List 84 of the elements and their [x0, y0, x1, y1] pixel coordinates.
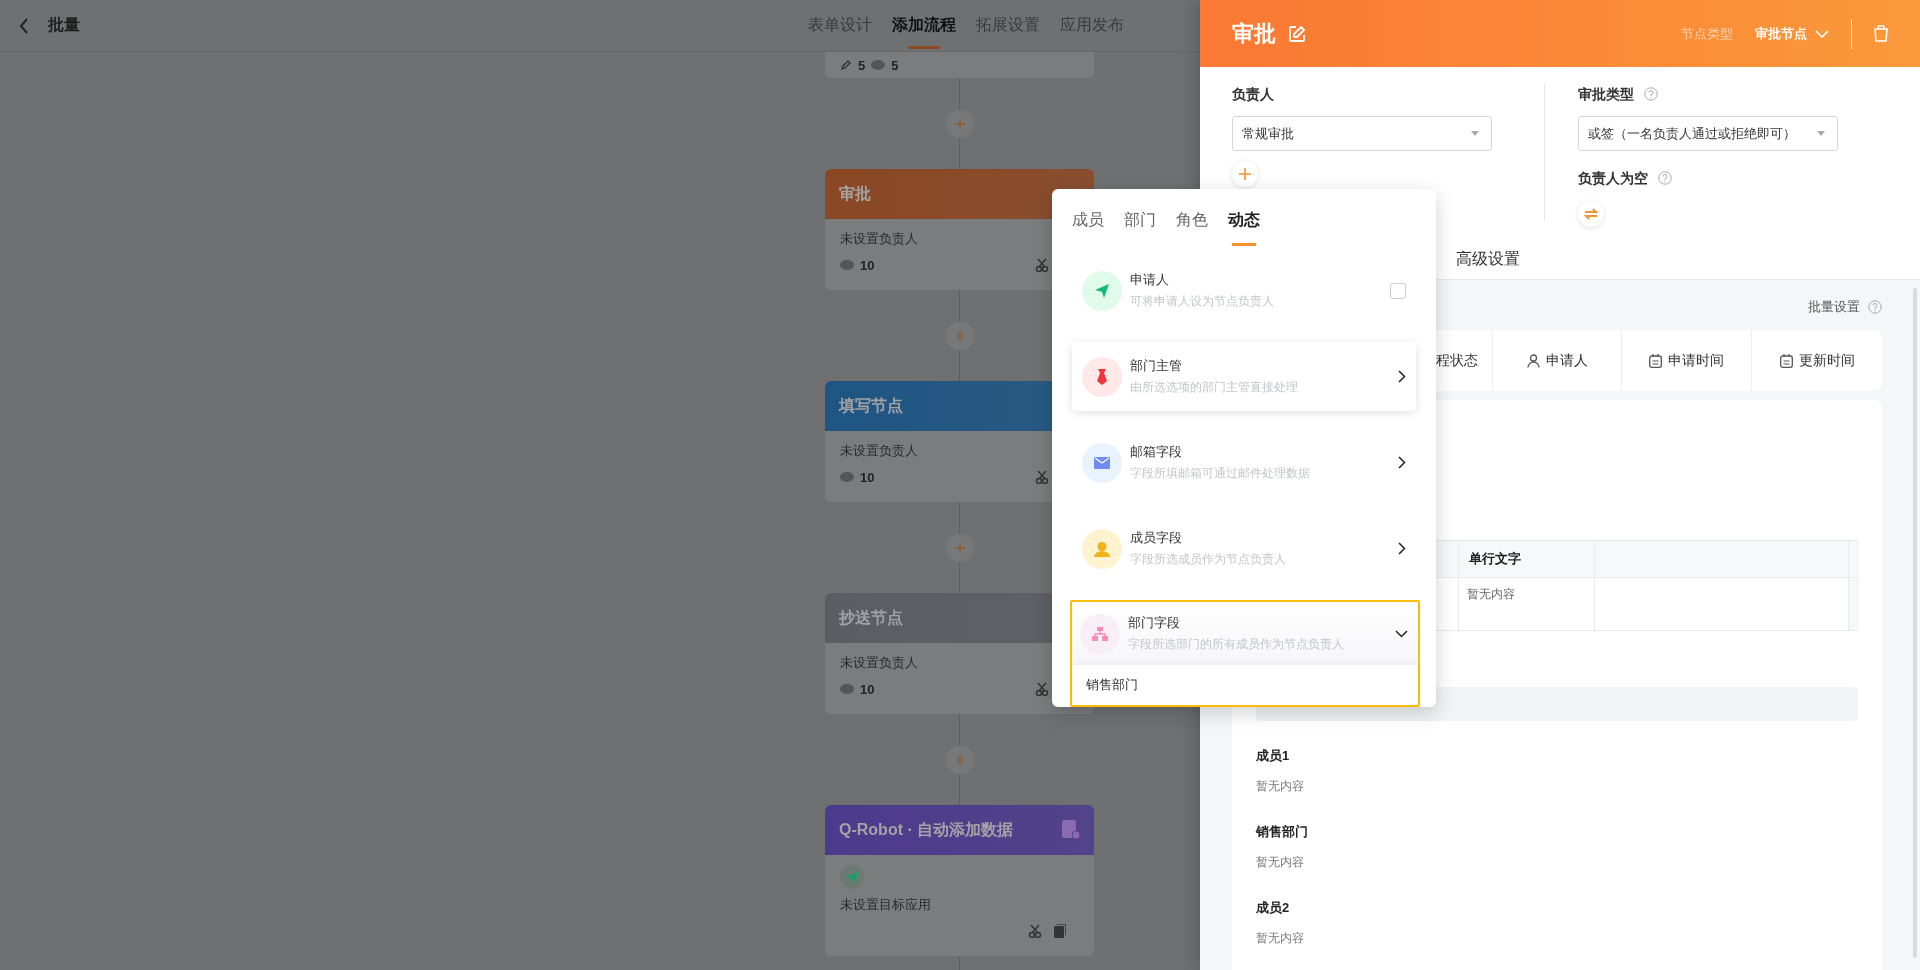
scissors-icon[interactable] — [1035, 682, 1049, 696]
view-count: 10 — [860, 469, 875, 485]
caret-down-icon — [1471, 131, 1479, 136]
chevron-right-icon — [1398, 370, 1406, 383]
plus-icon — [954, 542, 965, 553]
field-value: 暂无内容 — [1256, 778, 1305, 795]
field-value: 暂无内容 — [1256, 854, 1305, 871]
option-title: 申请人 — [1130, 271, 1170, 288]
calendar-icon — [1779, 353, 1793, 368]
assignee-select[interactable]: 常规审批 — [1232, 116, 1492, 151]
option-title: 成员字段 — [1130, 529, 1183, 546]
node-type-label: 节点类型 — [1681, 24, 1733, 43]
swap-button[interactable] — [1578, 201, 1604, 227]
chevron-down-icon — [1395, 629, 1408, 638]
plus-icon — [954, 118, 965, 129]
field-value: 暂无内容 — [1256, 930, 1305, 947]
add-node-button[interactable] — [945, 321, 974, 350]
copy-icon[interactable] — [1054, 924, 1066, 938]
field-label: 负责人为空 — [1578, 169, 1648, 188]
batch-setting-link[interactable]: 批量设置 — [1808, 298, 1860, 316]
chevron-right-icon — [1398, 456, 1406, 469]
add-node-button[interactable] — [945, 533, 974, 562]
chevron-down-icon — [1815, 29, 1829, 38]
document-icon — [1062, 820, 1080, 840]
swap-icon — [1584, 208, 1598, 220]
person-icon — [1526, 353, 1540, 368]
approval-type-select[interactable]: 或签（一名负责人通过或拒绝即可） — [1578, 116, 1838, 151]
trash-icon[interactable] — [1874, 25, 1888, 42]
help-icon[interactable] — [1658, 171, 1672, 185]
chevron-right-icon — [1398, 542, 1406, 555]
field-label: 成员1 — [1256, 747, 1291, 765]
plus-icon — [1239, 168, 1251, 180]
table-header-cell: 单行文字 — [1459, 541, 1595, 578]
view-count: 10 — [860, 257, 875, 273]
help-icon[interactable] — [1868, 300, 1882, 314]
settings-tab[interactable]: 高级设置 — [1456, 240, 1520, 279]
back-icon[interactable] — [19, 17, 29, 34]
node-subtitle: 未设置负责人 — [840, 442, 919, 460]
picker-tab[interactable]: 部门 — [1124, 209, 1156, 246]
edit-count: 5 — [858, 57, 866, 73]
node-card[interactable]: Q-Robot · 自动添加数据 未设置目标应用 — [825, 805, 1094, 956]
scissors-icon[interactable] — [1035, 258, 1049, 272]
column-label[interactable]: 申请人 — [1545, 351, 1588, 370]
field-label: 成员2 — [1256, 899, 1291, 917]
node-title: Q-Robot · 自动添加数据 — [839, 819, 1014, 840]
paper-plane-icon — [840, 865, 864, 889]
field-label: 审批类型 — [1578, 85, 1634, 104]
option-title: 部门字段 — [1128, 614, 1181, 631]
node-title: 审批 — [839, 183, 871, 204]
node-card[interactable]: 5 5 — [825, 52, 1094, 78]
column-label[interactable]: 程状态 — [1436, 351, 1478, 370]
scissors-icon[interactable] — [1028, 924, 1042, 938]
department-option[interactable]: 销售部门 — [1072, 665, 1418, 705]
picker-tab[interactable]: 角色 — [1176, 209, 1208, 246]
option-title: 部门主管 — [1130, 357, 1183, 374]
caret-down-icon — [1817, 131, 1825, 136]
calendar-icon — [1649, 353, 1662, 368]
nav-tab[interactable]: 添加流程 — [892, 0, 956, 51]
node-subtitle: 未设置负责人 — [840, 654, 919, 672]
add-node-button[interactable] — [945, 745, 974, 774]
field-label: 负责人 — [1232, 86, 1274, 102]
node-title: 填写节点 — [839, 395, 903, 416]
add-button[interactable] — [1232, 161, 1258, 187]
picker-tab[interactable]: 动态 — [1228, 209, 1260, 246]
scissors-icon[interactable] — [1035, 470, 1049, 484]
checkbox[interactable] — [1390, 282, 1406, 299]
column-label[interactable]: 更新时间 — [1798, 351, 1855, 370]
node-subtitle: 未设置负责人 — [840, 230, 919, 248]
view-count: 10 — [860, 681, 875, 697]
add-node-button[interactable] — [945, 109, 974, 138]
node-subtitle: 未设置目标应用 — [840, 896, 932, 914]
pencil-icon — [840, 59, 852, 71]
field-label: 销售部门 — [1256, 823, 1309, 841]
option-title: 邮箱字段 — [1130, 443, 1183, 460]
column-label[interactable]: 申请时间 — [1668, 351, 1724, 370]
node-title: 抄送节点 — [839, 607, 903, 628]
page-title: 批量 — [48, 15, 80, 35]
edit-icon[interactable] — [1288, 24, 1306, 43]
help-icon[interactable] — [1644, 87, 1658, 101]
plus-icon — [954, 330, 965, 341]
view-count: 5 — [891, 57, 899, 73]
table-cell: 暂无内容 — [1459, 578, 1595, 630]
node-name: 审批 — [1232, 19, 1276, 48]
plus-icon — [954, 754, 965, 765]
